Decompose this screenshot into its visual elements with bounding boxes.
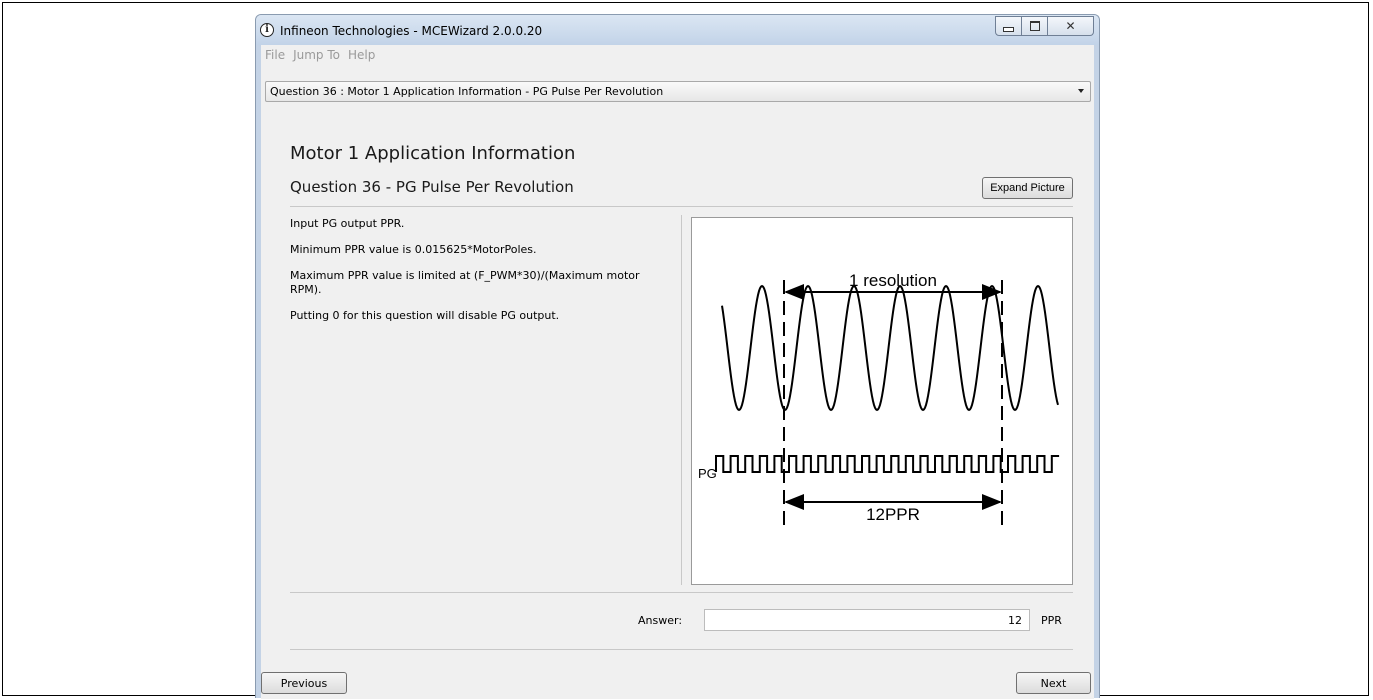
minimize-button[interactable] [995, 16, 1022, 36]
answer-unit: PPR [1041, 614, 1062, 627]
section-title: Motor 1 Application Information [290, 143, 576, 164]
menu-jump-to[interactable]: Jump To [289, 48, 344, 62]
chevron-down-icon [1078, 89, 1084, 93]
expand-picture-button[interactable]: Expand Picture [982, 177, 1073, 199]
window-controls: ✕ [995, 16, 1094, 36]
app-window: i Infineon Technologies - MCEWizard 2.0.… [255, 14, 1100, 699]
sine-waveform [721, 284, 1059, 412]
ppr-label: 12PPR [866, 505, 920, 524]
description-line: Putting 0 for this question will disable… [290, 309, 560, 322]
wizard-panel: Question 36 : Motor 1 Application Inform… [261, 65, 1094, 699]
window-title: Infineon Technologies - MCEWizard 2.0.0.… [280, 24, 543, 38]
question-description: Input PG output PPR. Minimum PPR value i… [290, 217, 690, 335]
previous-button[interactable]: Previous [261, 672, 347, 694]
content-divider [681, 215, 682, 585]
next-button[interactable]: Next [1016, 672, 1091, 694]
maximize-button[interactable] [1022, 16, 1048, 36]
minimize-icon [1003, 26, 1014, 32]
description-line: Minimum PPR value is 0.015625*MotorPoles… [290, 243, 537, 256]
pg-pulse-diagram: 1 resolution PG 12PPR [691, 217, 1073, 585]
resolution-label: 1 resolution [849, 271, 937, 290]
menu-bar: File Jump To Help [261, 45, 1094, 65]
question-dropdown-value: Question 36 : Motor 1 Application Inform… [270, 85, 664, 98]
answer-top-divider [290, 592, 1073, 593]
header-divider [290, 206, 1073, 207]
description-line: Input PG output PPR. [290, 217, 405, 230]
question-dropdown[interactable]: Question 36 : Motor 1 Application Inform… [265, 81, 1091, 102]
menu-help[interactable]: Help [344, 48, 379, 62]
info-icon: i [260, 23, 274, 37]
close-icon: ✕ [1065, 19, 1076, 33]
description-line: Maximum PPR value is limited at (F_PWM*3… [290, 269, 640, 296]
answer-input[interactable] [704, 609, 1030, 631]
question-title: Question 36 - PG Pulse Per Revolution [290, 178, 574, 196]
pg-waveform-svg: 1 resolution PG 12PPR [698, 271, 1060, 530]
answer-label: Answer: [638, 614, 683, 627]
close-button[interactable]: ✕ [1048, 16, 1094, 36]
pg-pulse-train [715, 455, 1060, 473]
maximize-icon [1029, 21, 1040, 31]
title-bar[interactable]: i Infineon Technologies - MCEWizard 2.0.… [256, 15, 1099, 45]
answer-bottom-divider [290, 649, 1073, 650]
pg-label: PG [698, 466, 717, 481]
menu-file[interactable]: File [261, 48, 289, 62]
